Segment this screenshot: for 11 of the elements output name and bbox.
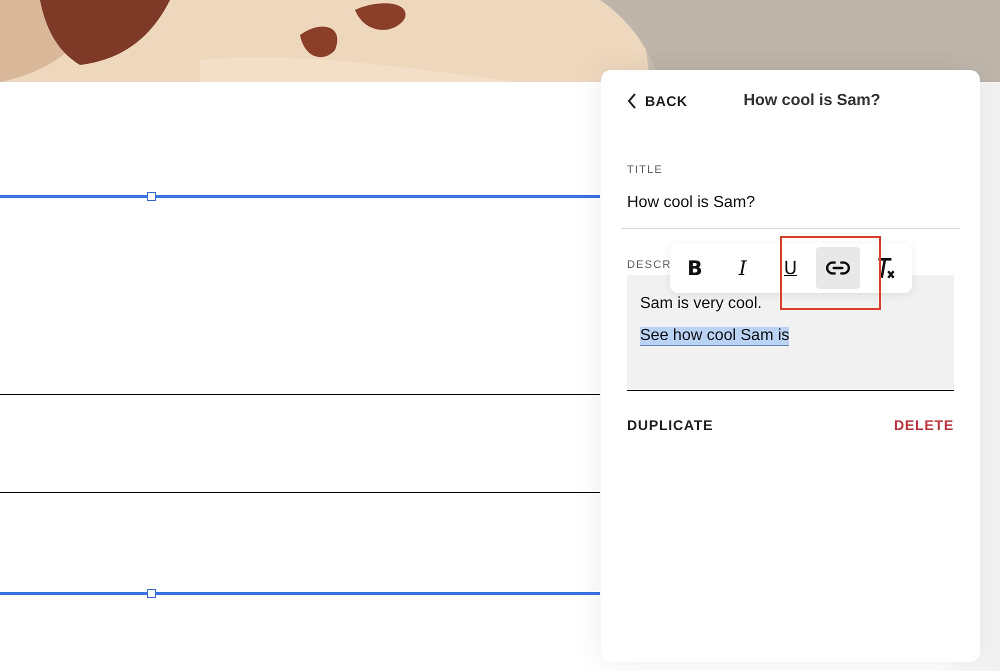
resize-handle[interactable] xyxy=(147,192,156,201)
link-button[interactable] xyxy=(816,247,860,289)
panel-title: How cool is Sam? xyxy=(743,92,880,110)
chevron-left-icon xyxy=(627,93,637,109)
field-label: TITLE xyxy=(627,164,664,176)
resize-handle[interactable] xyxy=(147,589,156,598)
delete-button[interactable]: DELETE xyxy=(894,417,954,433)
title-field[interactable]: How cool is Sam? xyxy=(621,176,960,229)
duplicate-button[interactable]: DUPLICATE xyxy=(627,417,714,433)
field-label: DESCR xyxy=(627,259,672,271)
back-button[interactable]: BACK xyxy=(627,93,688,109)
